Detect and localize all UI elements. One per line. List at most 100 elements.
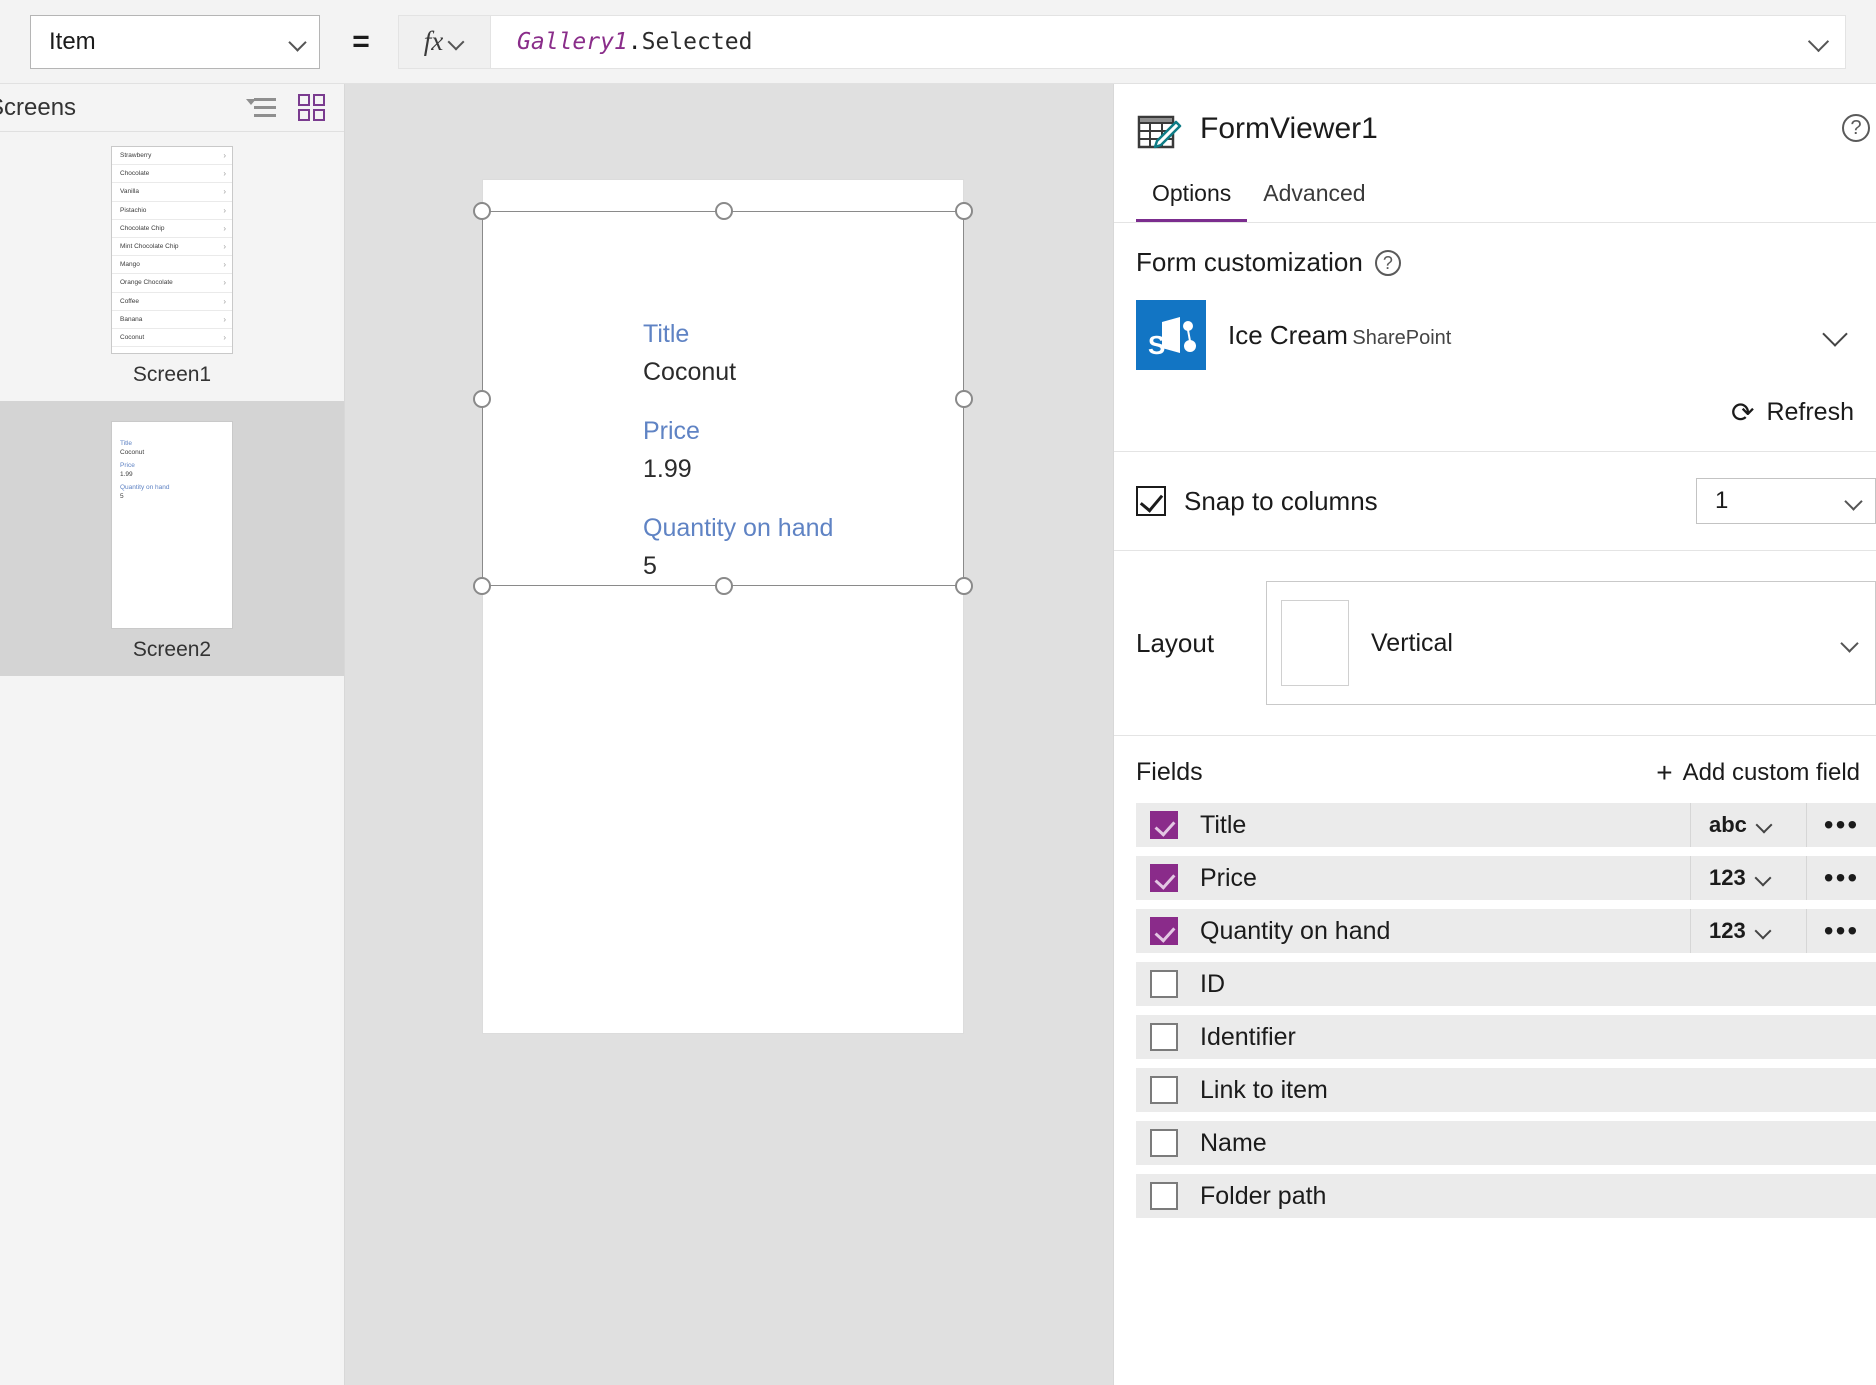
field-row[interactable]: Name	[1136, 1121, 1876, 1165]
properties-pane: FormViewer1 ? Options Advanced Form cust…	[1113, 84, 1876, 1385]
grid-view-icon[interactable]	[298, 93, 326, 122]
refresh-button[interactable]: ⟳ Refresh	[1114, 370, 1876, 451]
field-row[interactable]: Identifier	[1136, 1015, 1876, 1059]
screen-thumbnail-screen2[interactable]: Title Coconut Price 1.99 Quantity on hand 5 S…	[0, 401, 344, 676]
field-row[interactable]: Quantity on hand 123 •••	[1136, 909, 1876, 953]
tab-advanced[interactable]: Advanced	[1247, 172, 1381, 222]
screen1-preview[interactable]: Strawberry › Chocolate › Vanilla › Pistachio › C…	[111, 146, 233, 354]
layout-row: Layout Vertical	[1114, 551, 1876, 735]
screens-pane: Screens Strawberry›Chocolate›Vanilla›Pis…	[0, 84, 345, 1385]
mini-gallery: Strawberry › Chocolate › Vanilla › Pistachio › C…	[112, 147, 232, 348]
field-checkbox[interactable]	[1150, 917, 1178, 945]
fields-title: Fields	[1136, 758, 1203, 786]
property-select-value: Item	[49, 27, 96, 55]
field-checkbox[interactable]	[1150, 1023, 1178, 1051]
field-name: ID	[1200, 969, 1225, 998]
snap-to-columns-checkbox[interactable]	[1136, 486, 1166, 516]
vertical-layout-icon	[1281, 600, 1349, 686]
add-custom-field-button[interactable]: + Add custom field	[1656, 756, 1860, 788]
fields-list: Title abc ••• Price 123 ••• Quantity on hand 12…	[1114, 803, 1876, 1218]
field-row[interactable]: Folder path	[1136, 1174, 1876, 1218]
field-checkbox[interactable]	[1150, 864, 1178, 892]
data-source-type: SharePoint	[1352, 326, 1452, 349]
chevron-down-icon	[289, 33, 307, 51]
mini-field-value: 5	[120, 493, 124, 500]
layout-select[interactable]: Vertical	[1266, 581, 1876, 705]
field-row[interactable]: Title abc •••	[1136, 803, 1876, 847]
resize-handle-bottom-center[interactable]	[715, 577, 733, 595]
snap-to-columns-row: Snap to columns 1	[1114, 452, 1876, 550]
powerapps-studio: Item = fx Gallery1.Selected Screens Stra…	[0, 0, 1876, 1385]
field-row[interactable]: Link to item	[1136, 1068, 1876, 1112]
field-type-label: 123	[1709, 865, 1746, 890]
data-source-row[interactable]: S Ice Cream SharePoint	[1136, 300, 1854, 370]
field-checkbox[interactable]	[1150, 811, 1178, 839]
chevron-right-icon: ›	[223, 278, 226, 288]
resize-handle-middle-right[interactable]	[955, 390, 973, 408]
properties-tabs: Options Advanced	[1114, 172, 1876, 223]
resize-handle-top-center[interactable]	[715, 202, 733, 220]
field-more-button[interactable]: •••	[1806, 909, 1876, 953]
list-item: Orange Chocolate ›	[112, 274, 232, 293]
field-checkbox[interactable]	[1150, 1076, 1178, 1104]
list-item: Chocolate Chip ›	[112, 220, 232, 238]
list-item: Mint Chocolate Chip ›	[112, 238, 232, 257]
resize-handle-bottom-left[interactable]	[473, 577, 491, 595]
field-type-label: 123	[1709, 918, 1746, 943]
columns-value: 1	[1715, 487, 1729, 514]
chevron-down-icon	[1757, 817, 1773, 833]
field-row[interactable]: ID	[1136, 962, 1876, 1006]
field-checkbox[interactable]	[1150, 1129, 1178, 1157]
field-name: Link to item	[1200, 1075, 1328, 1104]
field-checkbox[interactable]	[1150, 1182, 1178, 1210]
property-select[interactable]: Item	[30, 14, 320, 69]
plus-icon: +	[1656, 756, 1673, 788]
help-icon[interactable]: ?	[1842, 114, 1870, 142]
chevron-down-icon[interactable]	[1824, 322, 1850, 348]
field-name: Identifier	[1200, 1022, 1296, 1051]
screens-pane-title: Screens	[0, 93, 77, 121]
chevron-right-icon: ›	[223, 260, 226, 270]
chevron-right-icon: ›	[223, 205, 226, 215]
list-item-label: Chocolate Chip	[120, 224, 165, 232]
form-selection-frame[interactable]	[473, 202, 973, 595]
field-more-button[interactable]: •••	[1806, 803, 1876, 847]
field-type-select[interactable]: 123	[1690, 856, 1806, 900]
resize-handle-top-right[interactable]	[955, 202, 973, 220]
formula-dot: .	[627, 28, 642, 55]
resize-handle-top-left[interactable]	[473, 202, 491, 220]
resize-handle-bottom-right[interactable]	[955, 577, 973, 595]
form-customization-help-icon[interactable]: ?	[1374, 249, 1401, 276]
list-item-label: Coffee	[120, 297, 140, 305]
screen2-label: Screen2	[132, 638, 212, 661]
field-type-select[interactable]: 123	[1690, 909, 1806, 953]
field-checkbox[interactable]	[1150, 970, 1178, 998]
tab-options[interactable]: Options	[1136, 172, 1248, 222]
field-more-button[interactable]: •••	[1806, 856, 1876, 900]
formula-input[interactable]: Gallery1. Selected	[490, 14, 1846, 69]
field-row[interactable]: Price 123 •••	[1136, 856, 1876, 900]
layout-value: Vertical	[1371, 628, 1453, 657]
mini-form: Title Coconut Price 1.99 Quantity on hand 5	[112, 422, 232, 500]
fx-button[interactable]: fx	[398, 14, 490, 69]
field-type-select[interactable]: abc	[1690, 803, 1806, 847]
mini-field-label: Title	[120, 440, 133, 447]
formula-property: Selected	[641, 28, 753, 55]
chevron-right-icon: ›	[223, 151, 226, 161]
field-name: Folder path	[1200, 1181, 1327, 1210]
list-item: Mango ›	[112, 256, 232, 275]
refresh-label: Refresh	[1766, 398, 1854, 426]
chevron-down-icon[interactable]	[1809, 32, 1829, 52]
mini-field-value: Coconut	[120, 449, 145, 456]
columns-select[interactable]: 1	[1696, 478, 1876, 524]
tree-view-icon[interactable]	[246, 96, 276, 120]
mini-field-value: 1.99	[120, 471, 133, 478]
screen1-label: Screen1	[132, 363, 212, 386]
sharepoint-letter: S	[1148, 330, 1166, 360]
list-item-label: Vanilla	[120, 188, 140, 196]
screen-thumbnail-screen1[interactable]: Strawberry › Chocolate › Vanilla › Pistachio › C…	[0, 132, 344, 401]
add-custom-field-label: Add custom field	[1682, 758, 1860, 786]
resize-handle-middle-left[interactable]	[473, 390, 491, 408]
form-customization-section: Form customization ? S Ice Cream SharePo…	[1114, 223, 1876, 370]
screen2-preview[interactable]: Title Coconut Price 1.99 Quantity on hand 5	[111, 421, 233, 629]
